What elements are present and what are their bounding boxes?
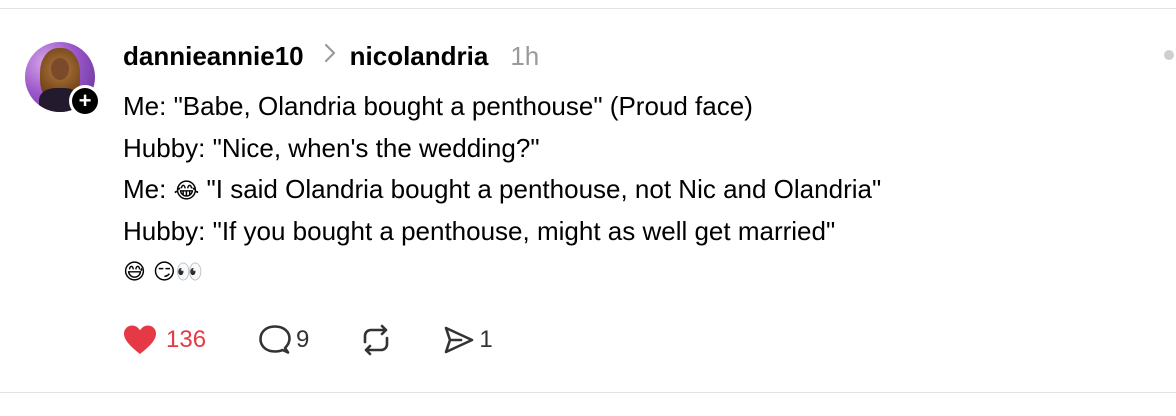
send-icon [443, 325, 475, 355]
post-line-1: Me: "Babe, Olandria bought a penthouse" … [123, 91, 753, 121]
post-line-3-prefix: Me: [123, 174, 174, 204]
like-button[interactable]: 136 [122, 324, 206, 356]
recipient-username[interactable]: nicolandria [350, 41, 489, 72]
post-emoji-line: 😅 😏👀 [123, 260, 204, 285]
repost-button[interactable] [359, 324, 393, 356]
share-count: 1 [479, 326, 493, 353]
follow-button[interactable]: + [69, 85, 101, 117]
top-divider [0, 8, 1176, 9]
reply-button[interactable]: 9 [258, 324, 309, 356]
thread-post: + dannieannie10 nicolandria 1h Me: "Babe… [0, 0, 1176, 416]
bottom-divider [0, 392, 1176, 393]
post-line-2: Hubby: "Nice, when's the wedding?" [123, 132, 540, 163]
more-options-icon[interactable] [1164, 50, 1174, 60]
post-text: Me: "Babe, Olandria bought a penthouse" … [123, 86, 881, 294]
post-line-3: Me: 😂 "I said Olandria bought a penthous… [123, 169, 881, 211]
like-count: 136 [166, 326, 207, 353]
repost-icon [359, 324, 393, 356]
reply-count: 9 [296, 326, 310, 353]
chevron-right-icon [324, 42, 336, 70]
share-button[interactable]: 1 [443, 325, 493, 355]
post-timestamp: 1h [510, 40, 540, 71]
post-header: dannieannie10 nicolandria 1h [123, 38, 539, 74]
tears-of-joy-emoji: 😂 [173, 179, 200, 204]
action-bar: 136 9 1 [122, 322, 493, 358]
post-line-4: Hubby: "If you bought a penthouse, might… [123, 215, 836, 246]
author-username[interactable]: dannieannie10 [123, 41, 304, 72]
avatar-face [51, 58, 69, 80]
heart-icon [122, 324, 158, 356]
post-line-3-text: "I said Olandria bought a penthouse, not… [199, 174, 882, 204]
plus-icon: + [72, 88, 98, 114]
comment-icon [258, 324, 292, 356]
